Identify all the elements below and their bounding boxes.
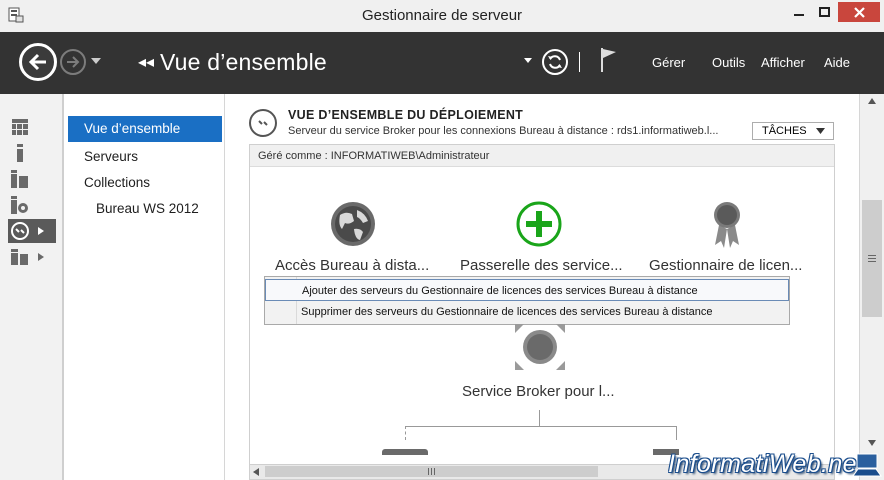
connector-line [539, 410, 540, 426]
maximize-icon [818, 7, 830, 17]
roles-icon [11, 249, 28, 265]
history-dropdown-icon[interactable] [91, 58, 101, 64]
local-server-icon [17, 144, 23, 162]
menu-manage[interactable]: Gérer [652, 55, 685, 70]
sidebar-remote-desktop[interactable] [8, 219, 56, 243]
globe-icon[interactable] [330, 201, 376, 247]
add-gateway-icon[interactable] [516, 201, 562, 247]
deployment-icon [249, 109, 277, 137]
tasks-dropdown-button[interactable]: TÂCHES [752, 122, 834, 140]
node-label-licensing[interactable]: Gestionnaire de licen... [649, 257, 802, 274]
close-icon [853, 6, 865, 18]
refresh-button[interactable] [542, 49, 568, 75]
file-storage-icon [11, 196, 28, 214]
remote-desktop-icon [11, 222, 29, 240]
scroll-down-icon[interactable] [868, 440, 876, 446]
menu-tools[interactable]: Outils [712, 55, 745, 70]
menu-help[interactable]: Aide [824, 55, 850, 70]
all-servers-icon [11, 170, 28, 188]
connector-line [676, 426, 677, 440]
sidebar-all-servers[interactable] [8, 167, 56, 191]
forward-button[interactable] [60, 49, 86, 75]
back-button[interactable] [19, 43, 57, 81]
scroll-up-icon[interactable] [868, 98, 876, 104]
toolbar: ◂◂ Vue d’ensemble Gérer Outils Afficher … [0, 32, 884, 94]
expand-arrow-icon[interactable] [38, 227, 44, 235]
dashboard-icon [12, 119, 28, 135]
breadcrumb-title: Vue d’ensemble [160, 49, 327, 75]
nav-item-collection-ws2012[interactable]: Bureau WS 2012 [96, 201, 199, 216]
refresh-icon [548, 55, 562, 69]
icon-sidebar [0, 94, 64, 480]
deployment-title: VUE D’ENSEMBLE DU DÉPLOIEMENT [288, 108, 524, 122]
deployment-subtitle: Serveur du service Broker pour les conne… [288, 125, 719, 137]
chevron-down-icon [816, 128, 825, 134]
notification-dropdown-icon[interactable] [524, 58, 532, 63]
nav-item-overview[interactable]: Vue d’ensemble [68, 116, 222, 142]
window-titlebar: Gestionnaire de serveur [0, 0, 884, 33]
managed-as-bar: Géré comme : INFORMATIWEB\Administrateur [250, 145, 834, 167]
node-label-web-access[interactable]: Accès Bureau à dista... [275, 257, 429, 274]
watermark: InformatiWeb.net [668, 450, 865, 478]
toolbar-separator [579, 52, 580, 72]
expand-arrow-icon[interactable] [38, 253, 44, 261]
sidebar-local-server[interactable] [8, 141, 56, 165]
minimize-icon [794, 14, 804, 16]
menu-item-remove-license-servers[interactable]: Supprimer des serveurs du Gestionnaire d… [265, 301, 789, 323]
menu-view[interactable]: Afficher [761, 55, 805, 70]
tasks-label: TÂCHES [762, 125, 807, 137]
watermark-laptop-icon [852, 453, 882, 477]
scroll-left-icon[interactable] [253, 468, 259, 476]
vertical-scroll-thumb[interactable] [862, 200, 882, 317]
maximize-button[interactable] [812, 2, 836, 22]
context-menu: Ajouter des serveurs du Gestionnaire de … [264, 276, 790, 325]
node-label-gateway[interactable]: Passerelle des service... [460, 257, 623, 274]
menu-item-add-license-servers[interactable]: Ajouter des serveurs du Gestionnaire de … [265, 279, 789, 301]
server-node-icon[interactable] [382, 449, 428, 455]
navigation-panel: Vue d’ensemble Serveurs Collections Bure… [64, 94, 225, 480]
nav-item-collections[interactable]: Collections [84, 175, 150, 190]
deployment-overview-pane: Géré comme : INFORMATIWEB\Administrateur… [249, 144, 835, 480]
window-title: Gestionnaire de serveur [361, 7, 523, 24]
notifications-flag-icon[interactable] [599, 47, 617, 73]
nav-item-servers[interactable]: Serveurs [84, 149, 138, 164]
back-arrow-icon [28, 53, 46, 71]
minimize-button[interactable] [787, 2, 811, 22]
breadcrumb-arrows: ◂◂ [138, 54, 155, 71]
forward-arrow-icon [67, 56, 80, 68]
connector-line-dashed [405, 426, 406, 440]
sidebar-dashboard[interactable] [8, 115, 56, 139]
node-label-broker[interactable]: Service Broker pour l... [462, 383, 615, 400]
sidebar-roles[interactable] [8, 245, 56, 269]
license-ribbon-icon[interactable] [710, 201, 744, 249]
connector-line [405, 426, 677, 427]
main-content: VUE D’ENSEMBLE DU DÉPLOIEMENT Serveur du… [225, 94, 859, 480]
close-button[interactable] [838, 2, 880, 22]
horizontal-scroll-thumb[interactable] [265, 466, 598, 477]
vertical-scrollbar[interactable] [859, 94, 884, 480]
connection-broker-icon[interactable] [514, 323, 566, 371]
sidebar-file-storage[interactable] [8, 193, 56, 217]
